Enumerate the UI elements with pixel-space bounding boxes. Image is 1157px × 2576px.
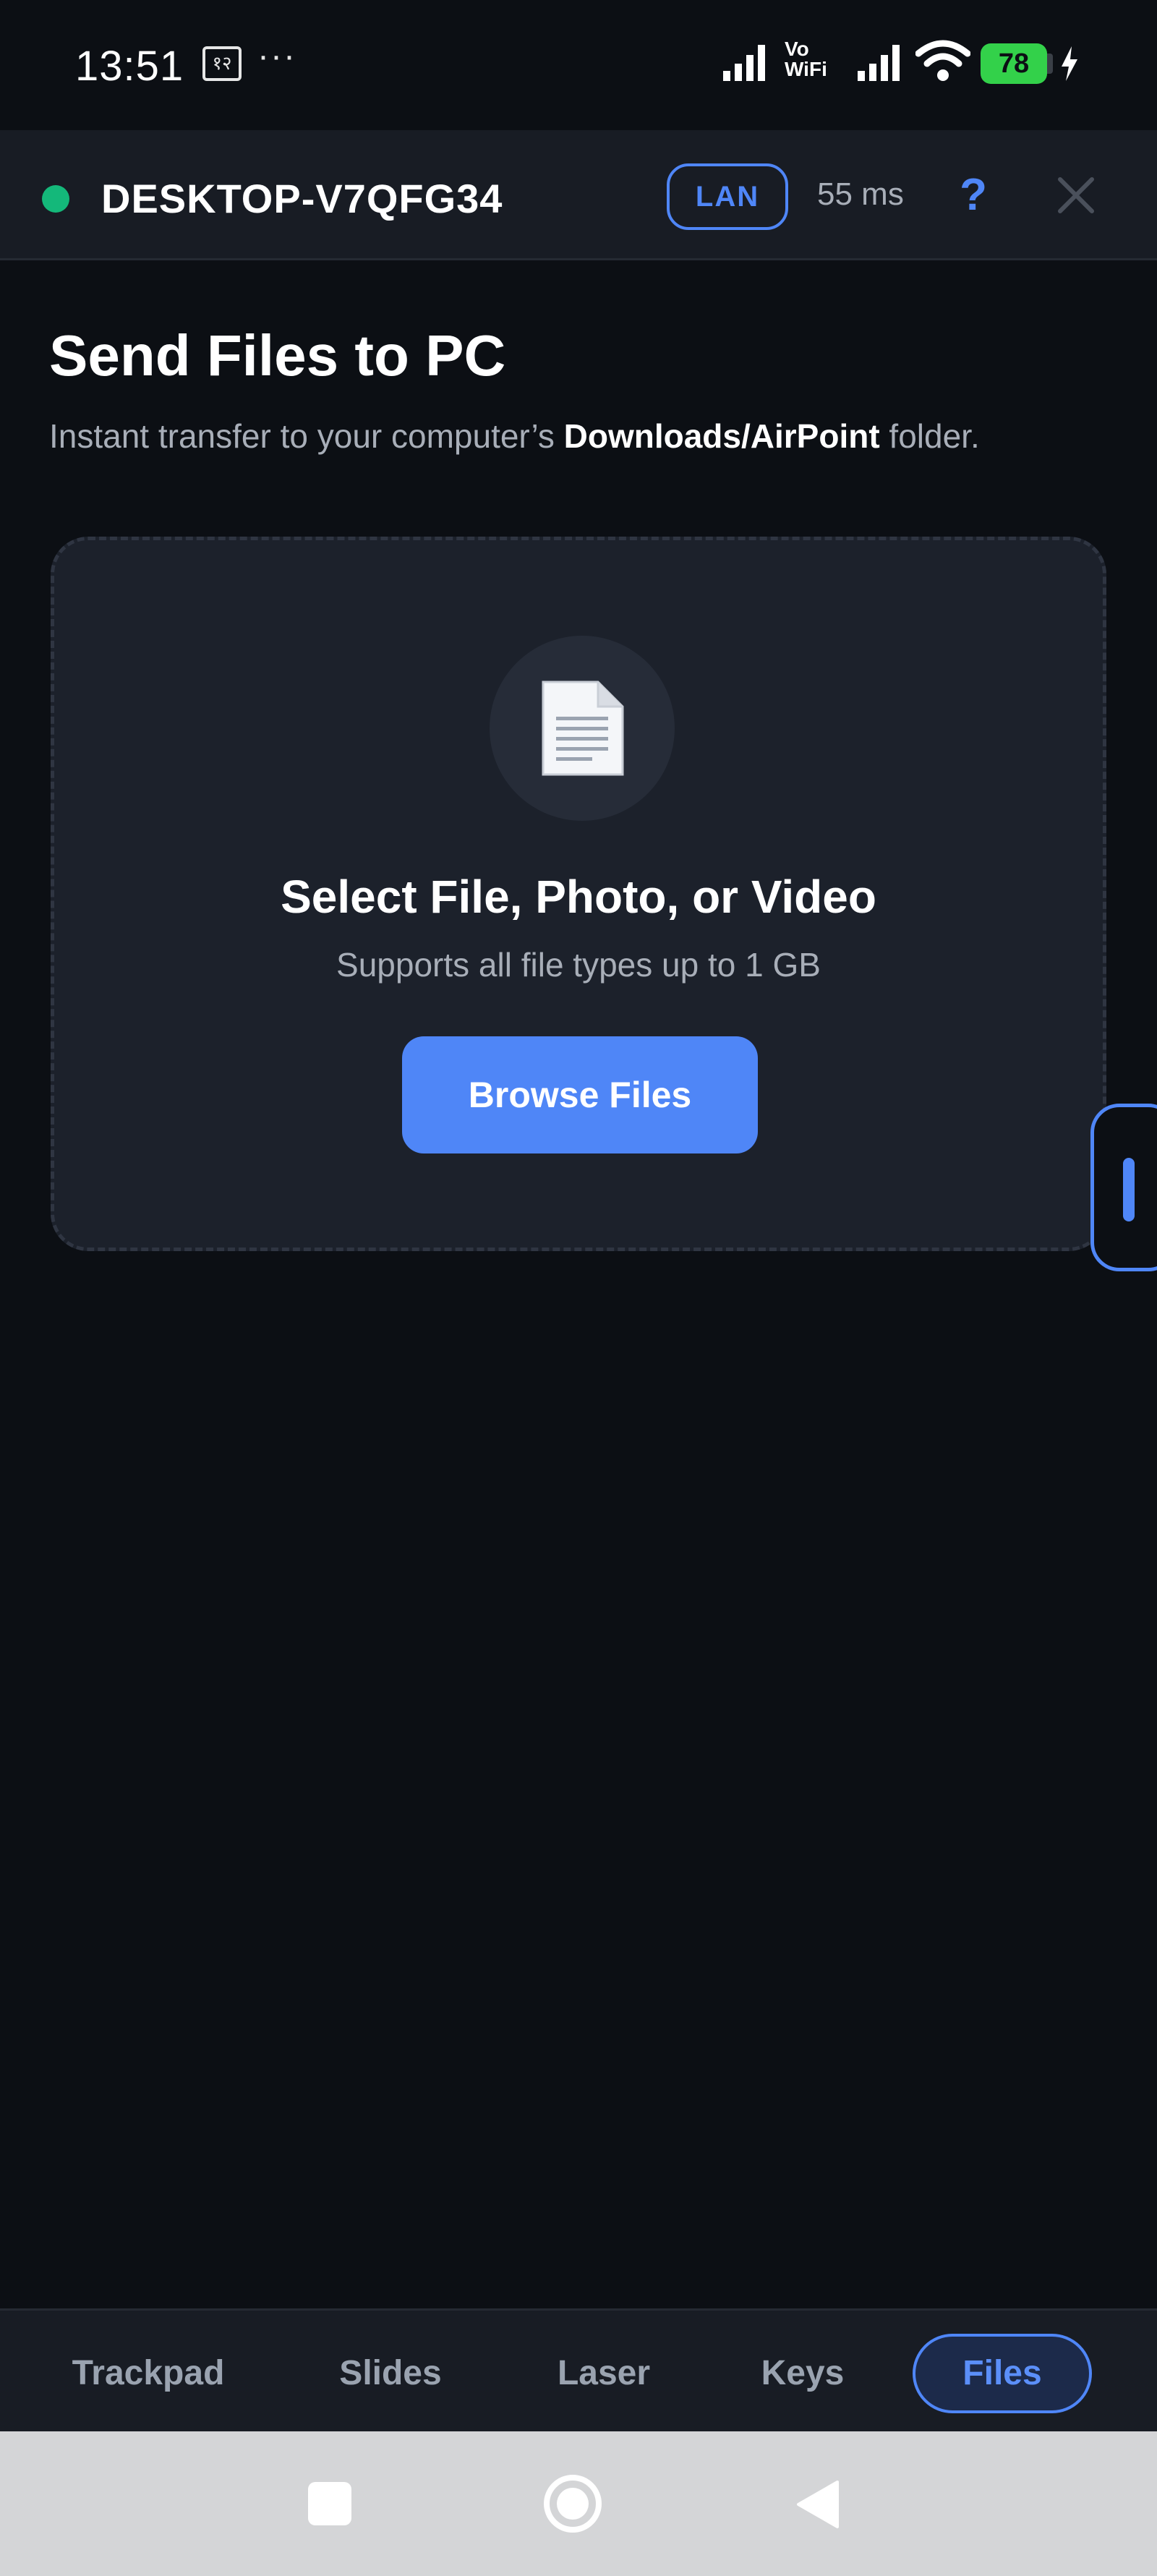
charging-icon bbox=[1062, 46, 1077, 81]
subtitle-prefix: Instant transfer to your computer’s bbox=[49, 417, 564, 455]
status-bar: 13:51 १२ ··· Vo WiFi 78 bbox=[0, 0, 1157, 130]
page-subtitle: Instant transfer to your computer’s Down… bbox=[49, 417, 1134, 456]
back-icon[interactable] bbox=[795, 2479, 840, 2530]
help-button[interactable]: ? bbox=[952, 166, 995, 224]
connection-type-badge: LAN bbox=[667, 163, 788, 230]
battery-icon: 78 bbox=[981, 43, 1047, 84]
file-icon-badge bbox=[490, 636, 675, 821]
notification-icon: १२ bbox=[202, 46, 242, 81]
drop-zone-title: Select File, Photo, or Video bbox=[281, 871, 876, 923]
status-time: 13:51 bbox=[75, 43, 184, 90]
side-handle-grip bbox=[1123, 1158, 1135, 1221]
home-icon[interactable] bbox=[542, 2473, 603, 2534]
recents-icon[interactable] bbox=[307, 2481, 353, 2527]
side-panel-handle[interactable] bbox=[1090, 1104, 1157, 1271]
close-icon[interactable] bbox=[1053, 172, 1099, 218]
tab-files[interactable]: Files bbox=[913, 2334, 1092, 2413]
latency-label: 55 ms bbox=[817, 176, 904, 212]
tab-keys[interactable]: Keys bbox=[723, 2334, 882, 2413]
page-title: Send Files to PC bbox=[49, 323, 506, 388]
tab-trackpad[interactable]: Trackpad bbox=[43, 2334, 253, 2413]
vowifi-indicator: Vo WiFi bbox=[785, 38, 827, 80]
file-drop-zone[interactable]: Select File, Photo, or Video Supports al… bbox=[51, 537, 1106, 1251]
subtitle-folder: Downloads/AirPoint bbox=[563, 417, 880, 455]
signal-icon-2 bbox=[858, 45, 900, 81]
connection-status-dot bbox=[42, 185, 69, 213]
wifi-icon bbox=[915, 40, 970, 81]
battery-tip bbox=[1047, 54, 1053, 74]
tab-slides[interactable]: Slides bbox=[304, 2334, 477, 2413]
browse-files-button[interactable]: Browse Files bbox=[402, 1036, 758, 1153]
connection-header: DESKTOP-V7QFG34 LAN 55 ms ? bbox=[0, 130, 1157, 260]
device-name: DESKTOP-V7QFG34 bbox=[101, 176, 503, 221]
subtitle-suffix: folder. bbox=[879, 417, 980, 455]
bottom-tab-bar: Trackpad Slides Laser Keys Files bbox=[0, 2308, 1157, 2431]
more-notifications-icon: ··· bbox=[257, 37, 296, 75]
signal-icon bbox=[723, 45, 765, 81]
tab-laser[interactable]: Laser bbox=[521, 2334, 687, 2413]
system-navigation-bar bbox=[0, 2431, 1157, 2576]
drop-zone-subtitle: Supports all file types up to 1 GB bbox=[336, 946, 821, 984]
file-icon bbox=[542, 681, 624, 776]
